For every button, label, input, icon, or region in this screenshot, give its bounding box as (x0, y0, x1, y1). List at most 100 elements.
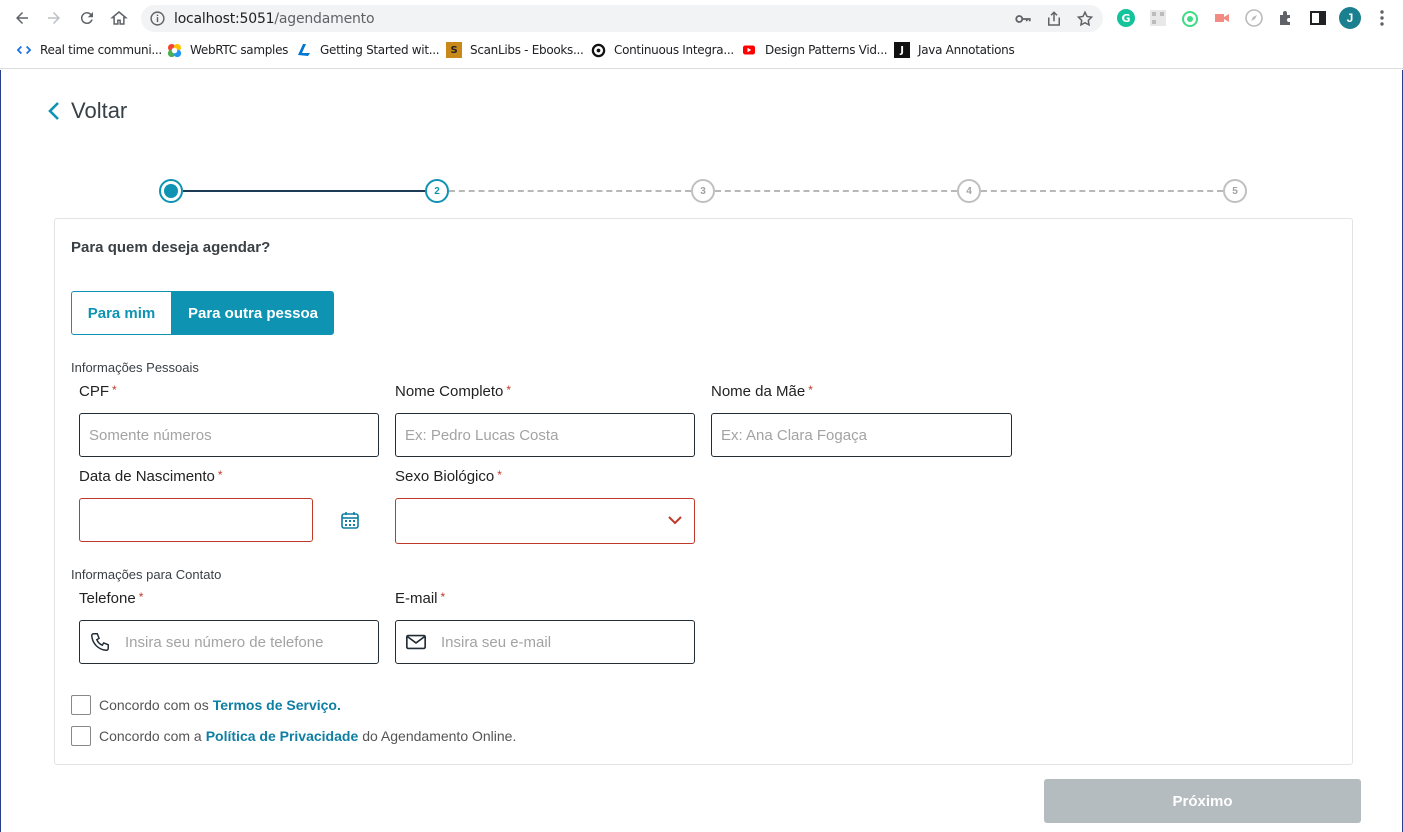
full-name-label-text: Nome Completo (395, 383, 504, 400)
url-text: localhost:5051/agendamento (174, 11, 375, 27)
bookmarks-bar: Real time communi... WebRTC samples Gett… (0, 38, 1403, 62)
required-mark: * (506, 383, 512, 397)
more-menu-icon[interactable] (1372, 8, 1392, 28)
stepper-line-pending (449, 190, 691, 192)
biological-sex-select[interactable] (395, 498, 695, 544)
svg-text:G: G (1121, 12, 1130, 25)
for-me-toggle[interactable]: Para mim (71, 291, 172, 335)
form-question: Para quem deseja agendar? (71, 239, 271, 256)
required-mark: * (497, 468, 502, 482)
bookmark-label: ScanLibs - Ebooks... (470, 43, 584, 57)
browser-toolbar: localhost:5051/agendamento G J (0, 0, 1403, 36)
bookmark-item[interactable]: Getting Started wit... (296, 40, 440, 60)
terms-of-service-link[interactable]: Termos de Serviço. (213, 697, 341, 713)
for-other-toggle[interactable]: Para outra pessoa (172, 291, 334, 335)
qr-extension-icon[interactable] (1148, 8, 1168, 28)
email-placeholder: Insira seu e-mail (441, 633, 552, 651)
step-2-current: 2 (425, 179, 449, 203)
privacy-row: Concordo com a Política de Privacidade d… (71, 726, 516, 746)
full-name-input[interactable]: Ex: Pedro Lucas Costa (395, 413, 695, 457)
cpf-label: CPF * (79, 383, 117, 400)
home-icon[interactable] (107, 6, 131, 30)
ci-icon (590, 42, 606, 58)
back-arrow-icon[interactable] (10, 6, 34, 30)
email-label-text: E-mail (395, 590, 438, 607)
compass-extension-icon[interactable] (1244, 8, 1264, 28)
birth-date-label: Data de Nascimento * (79, 468, 223, 485)
bookmark-item[interactable]: Design Patterns Vid... (741, 40, 888, 60)
azure-icon (296, 42, 312, 58)
grammarly-icon[interactable]: G (1116, 8, 1136, 28)
youtube-icon (741, 42, 757, 58)
chevron-left-icon (48, 102, 59, 120)
mother-name-label-text: Nome da Mãe (711, 383, 806, 400)
step-3: 3 (691, 179, 715, 203)
required-mark: * (808, 383, 813, 397)
full-name-placeholder: Ex: Pedro Lucas Costa (405, 426, 559, 444)
extensions-puzzle-icon[interactable] (1276, 8, 1296, 28)
stepper-line-complete (183, 190, 425, 192)
mother-name-input[interactable]: Ex: Ana Clara Fogaça (711, 413, 1012, 457)
privacy-policy-link[interactable]: Política de Privacidade (206, 728, 359, 744)
url-host: localhost:5051 (174, 11, 275, 27)
star-icon[interactable] (1076, 10, 1094, 28)
reload-icon[interactable] (75, 6, 99, 30)
full-name-label: Nome Completo * (395, 383, 511, 400)
phone-label: Telefone * (79, 590, 143, 607)
phone-icon (91, 633, 109, 651)
side-panel-icon[interactable] (1308, 8, 1328, 28)
birth-date-label-text: Data de Nascimento (79, 468, 215, 485)
cpf-input[interactable]: Somente números (79, 413, 379, 457)
webrtc-icon (166, 42, 182, 58)
privacy-prefix: Concordo com a (99, 728, 202, 744)
cpf-placeholder: Somente números (89, 426, 212, 444)
bookmark-item[interactable]: Real time communi... (16, 40, 162, 60)
bookmark-label: Design Patterns Vid... (765, 43, 888, 57)
bookmark-label: Real time communi... (40, 43, 162, 57)
phone-label-text: Telefone (79, 590, 136, 607)
address-bar[interactable]: localhost:5051/agendamento (141, 5, 1103, 32)
form-card: Para quem deseja agendar? Para mim Para … (54, 218, 1353, 765)
mother-name-label: Nome da Mãe * (711, 383, 813, 400)
site-info-icon[interactable] (149, 10, 166, 27)
progress-stepper: 2 3 4 5 (1, 176, 1403, 206)
j-icon: J (894, 42, 910, 58)
browser-chrome: localhost:5051/agendamento G J Real time… (0, 0, 1403, 69)
envelope-icon (406, 634, 426, 650)
email-input[interactable]: Insira seu e-mail (395, 620, 695, 664)
next-button[interactable]: Próximo (1044, 779, 1361, 823)
terms-row: Concordo com os Termos de Serviço. (71, 695, 345, 715)
bookmark-item[interactable]: J Java Annotations (894, 40, 1015, 60)
bookmark-item[interactable]: WebRTC samples (166, 40, 288, 60)
forward-arrow-icon[interactable] (42, 6, 66, 30)
required-mark: * (217, 468, 223, 482)
bookmark-label: WebRTC samples (190, 43, 289, 57)
birth-date-input[interactable] (79, 498, 313, 542)
step-5: 5 (1223, 179, 1247, 203)
video-extension-icon[interactable] (1212, 8, 1232, 28)
bookmark-item[interactable]: S ScanLibs - Ebooks... (446, 40, 584, 60)
email-label: E-mail * (395, 590, 445, 607)
profile-avatar[interactable]: J (1339, 7, 1361, 29)
phone-input[interactable]: Insira seu número de telefone (79, 620, 379, 664)
calendar-icon[interactable] (339, 509, 361, 531)
bookmark-item[interactable]: Continuous Integra... (590, 40, 734, 60)
url-path: /agendamento (274, 11, 375, 27)
android-extension-icon[interactable] (1180, 8, 1200, 28)
privacy-checkbox[interactable] (71, 726, 91, 746)
back-label: Voltar (71, 98, 128, 123)
stepper-line-pending (715, 190, 957, 192)
mother-name-placeholder: Ex: Ana Clara Fogaça (721, 426, 867, 444)
bookmark-label: Getting Started wit... (320, 43, 440, 57)
back-link[interactable]: Voltar (45, 98, 127, 124)
terms-prefix: Concordo com os (99, 697, 209, 713)
bookmark-label: Continuous Integra... (614, 43, 734, 57)
privacy-suffix: do Agendamento Online. (362, 728, 517, 744)
required-mark: * (138, 590, 144, 604)
section-personal-info: Informações Pessoais (71, 360, 199, 375)
biological-sex-label-text: Sexo Biológico (395, 468, 495, 485)
terms-checkbox[interactable] (71, 695, 91, 715)
share-icon[interactable] (1045, 10, 1063, 28)
key-icon[interactable] (1014, 10, 1032, 28)
scanlibs-icon: S (446, 42, 462, 58)
